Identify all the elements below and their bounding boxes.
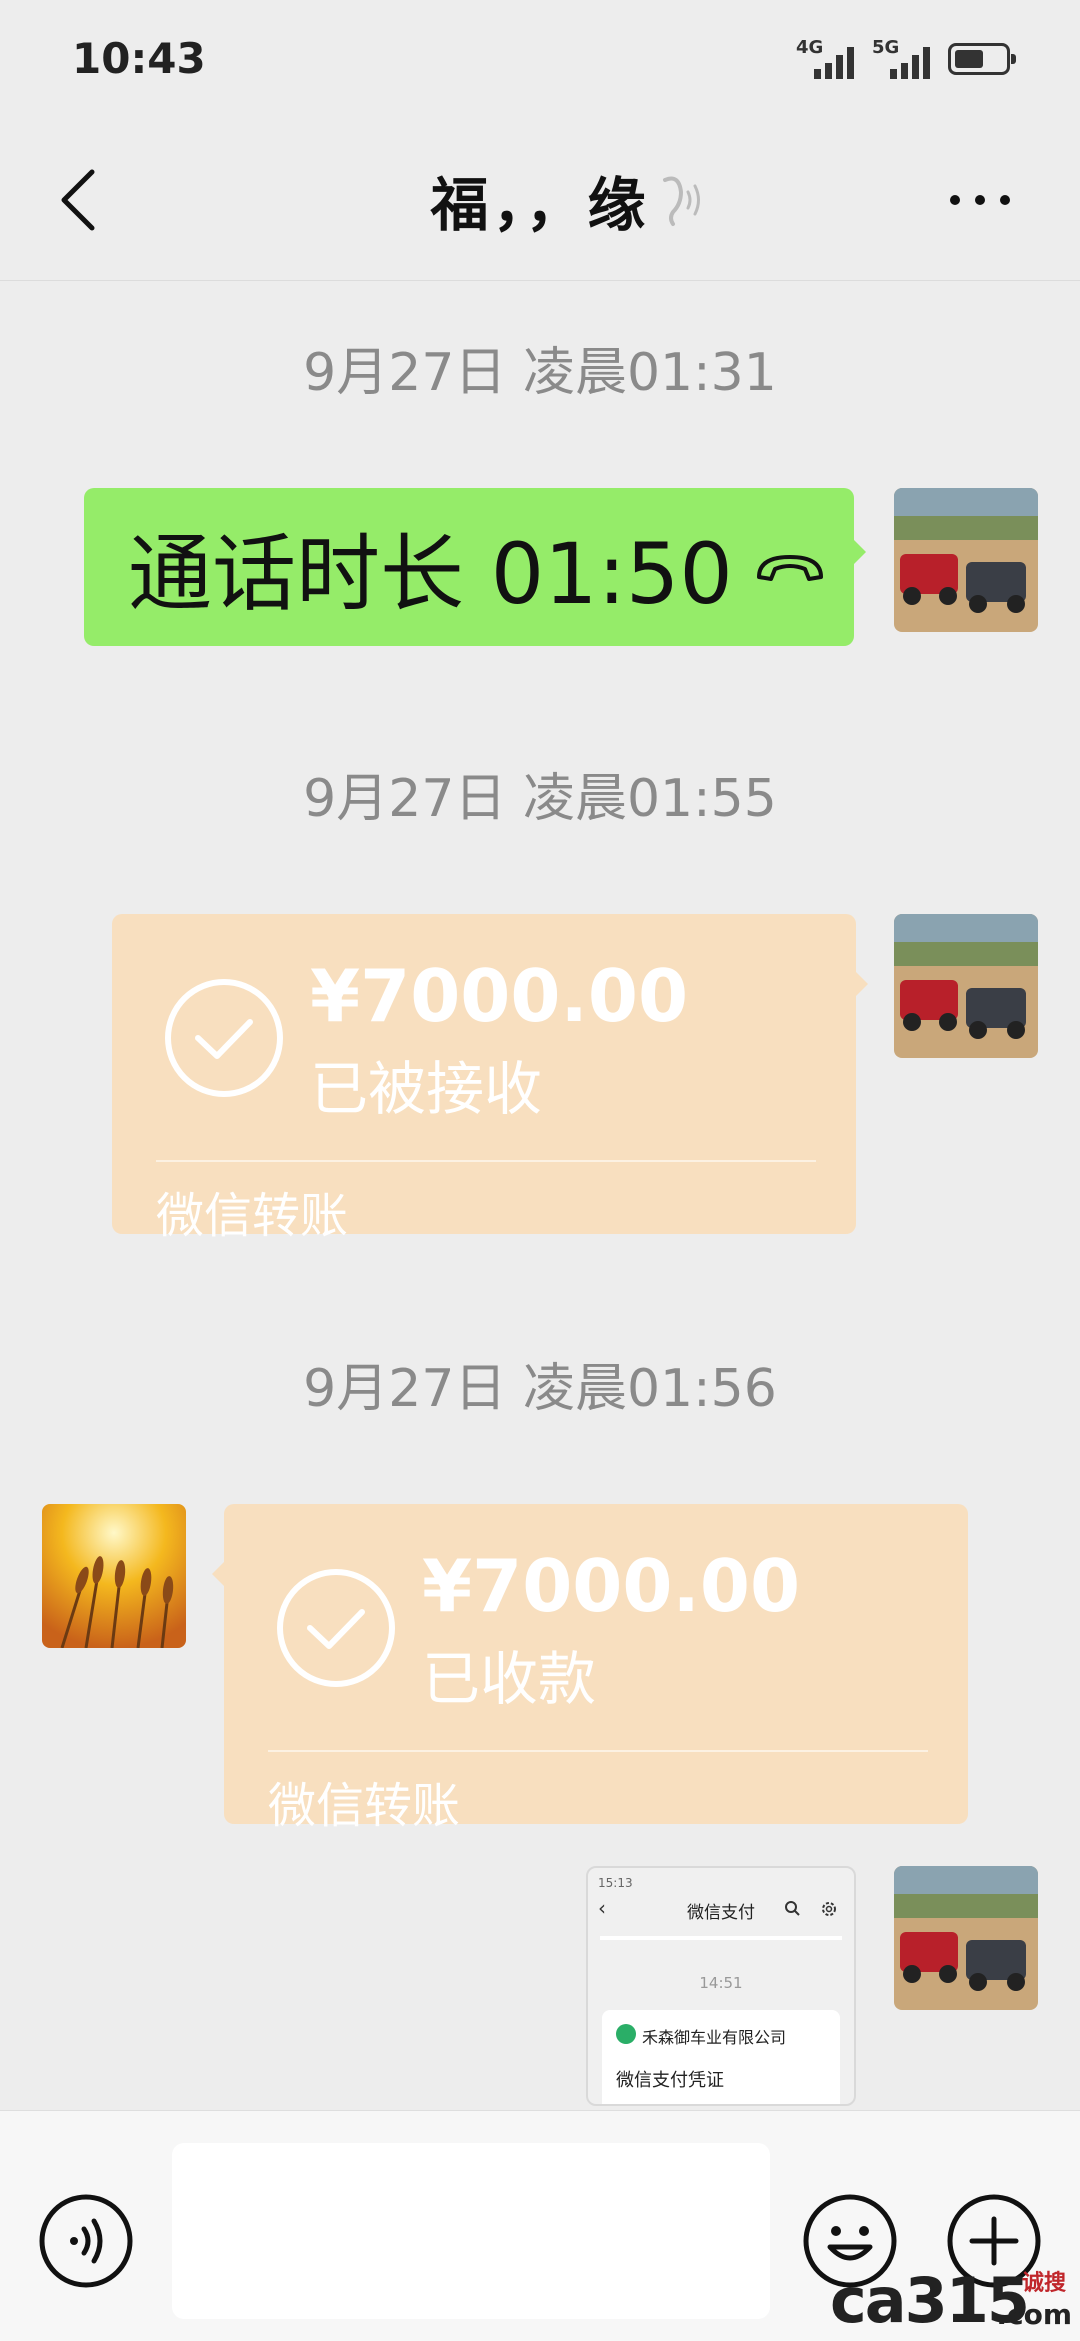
transfer-footer: 微信转账	[156, 1188, 349, 1244]
transfer-bubble-sent[interactable]: ¥7000.00 已被接收 微信转账	[112, 914, 868, 1244]
input-bar: ca315 诚搜 .com	[0, 2110, 1080, 2341]
battery-fill	[955, 50, 983, 68]
mini-payment-logo-icon	[616, 2024, 636, 2044]
watermark-logo: ca315 诚搜 .com	[830, 2264, 1072, 2337]
signal-5g-icon: 5G	[872, 37, 934, 81]
timestamp: 9月27日 凌晨01:56	[303, 1359, 777, 1419]
call-duration-text: 通话时长 01:50	[128, 524, 733, 623]
mini-company: 禾森御车业有限公司	[642, 2028, 787, 2047]
transfer-bubble-received[interactable]: ¥7000.00 已收款 微信转账	[212, 1504, 968, 1834]
mini-card: 禾森御车业有限公司 微信支付凭证	[602, 2010, 840, 2104]
mini-search-icon	[785, 1901, 800, 1916]
check-circle-icon	[277, 1569, 395, 1687]
avatar-self[interactable]	[894, 914, 1038, 1058]
image-message[interactable]: 15:13 ‹ 微信支付 14:51 禾森御车业有限公司 微信支付凭证	[586, 1866, 856, 2106]
more-icon[interactable]	[945, 170, 1015, 230]
jeep-avatar-image	[894, 488, 1038, 632]
avatar-contact[interactable]	[42, 1504, 186, 1648]
mini-gear-icon	[822, 1902, 836, 1916]
chat-title: 福，，缘	[430, 171, 650, 239]
message-input[interactable]	[172, 2143, 770, 2319]
status-icons: 4G 5G	[796, 34, 1016, 84]
jeep-avatar-image	[894, 1866, 1038, 2010]
avatar-self[interactable]	[894, 488, 1038, 632]
check-circle-icon	[165, 979, 283, 1097]
voice-icon[interactable]	[38, 2193, 134, 2289]
mini-voucher: 微信支付凭证	[616, 2070, 724, 2091]
divider	[268, 1750, 928, 1752]
mini-title: 微信支付	[687, 1903, 755, 1923]
transfer-amount: ¥7000.00	[422, 1544, 801, 1628]
divider	[156, 1160, 816, 1162]
call-record-bubble[interactable]: 通话时长 01:50	[84, 488, 866, 646]
mini-time: 14:51	[699, 1974, 743, 1992]
avatar-self[interactable]	[894, 1866, 1038, 2010]
transfer-status: 已收款	[422, 1645, 597, 1713]
battery-icon	[948, 43, 1016, 75]
chat-header: 福，，缘	[0, 120, 1080, 281]
mini-status-time: 15:13	[598, 1876, 633, 1890]
transfer-amount: ¥7000.00	[310, 954, 689, 1038]
timestamp: 9月27日 凌晨01:31	[303, 343, 777, 403]
timestamp: 9月27日 凌晨01:55	[303, 769, 777, 829]
transfer-footer: 微信转账	[268, 1778, 461, 1834]
mini-divider	[600, 1936, 842, 1940]
phone-hangup-icon	[756, 555, 823, 581]
watermark-cn: 诚搜	[1021, 2271, 1066, 2296]
signal-4g-icon: 4G	[796, 37, 858, 81]
watermark-domain: .com	[996, 2298, 1072, 2331]
status-bar: 10:43 4G 5G	[0, 0, 1080, 120]
status-time: 10:43	[72, 34, 206, 83]
wheat-avatar-image	[42, 1504, 186, 1648]
transfer-status: 已被接收	[310, 1055, 543, 1123]
ear-icon	[663, 176, 700, 226]
jeep-avatar-image	[894, 914, 1038, 1058]
